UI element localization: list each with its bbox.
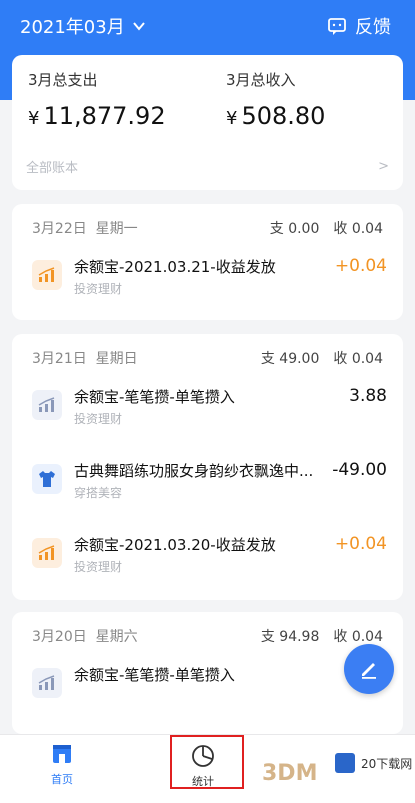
- day-header: 3月22日 星期一 支 0.00 收 0.04: [12, 214, 403, 242]
- transaction-category: 穿搭美容: [74, 486, 123, 500]
- chat-icon: [328, 18, 346, 35]
- watermark-3dm: 3DM: [262, 761, 318, 786]
- summary-card: 3月总支出 ¥11,877.92 3月总收入 ¥508.80 全部账本 >: [12, 55, 403, 190]
- all-accounts-row[interactable]: 全部账本 >: [26, 154, 389, 178]
- transaction-amount: -49.00: [332, 460, 387, 480]
- transaction-amount: +0.04: [334, 256, 387, 276]
- day-date: 3月22日 星期一: [32, 221, 138, 237]
- income-amount: 508.80: [241, 102, 326, 130]
- add-record-button[interactable]: [344, 644, 394, 694]
- all-accounts-label: 全部账本: [26, 160, 79, 176]
- transaction-category: 投资理财: [74, 560, 123, 574]
- day-header: 3月20日 星期六 支 94.98 收 0.04: [12, 622, 403, 650]
- tab-statistics-label: 统计: [192, 775, 214, 788]
- site-logo-icon: [335, 753, 355, 773]
- expense-label: 3月总支出: [28, 71, 98, 89]
- transaction-row[interactable]: 余额宝-2021.03.20-收益发放 投资理财 +0.04: [12, 520, 403, 594]
- store-icon: [53, 745, 71, 763]
- feedback-button[interactable]: 反馈: [327, 13, 391, 39]
- month-label: 2021年03月: [20, 17, 125, 38]
- bottom-tab-bar: 首页 统计 3DM 20下载网: [0, 734, 415, 803]
- pencil-icon: [362, 663, 376, 679]
- day-card: 3月22日 星期一 支 0.00 收 0.04 余额宝-2021.03.21-收益…: [12, 204, 403, 320]
- day-date: 3月21日 星期日: [32, 351, 138, 367]
- currency-symbol: ¥: [28, 108, 40, 129]
- income-value: ¥508.80: [226, 102, 325, 130]
- transaction-title: 余额宝-笔笔攒-单笔攒入: [74, 666, 235, 684]
- bar-growth-icon: [32, 260, 62, 290]
- chevron-down-icon: [132, 22, 145, 31]
- transaction-row[interactable]: 余额宝-笔笔攒-单笔攒入 投资理财 3.88: [12, 372, 403, 446]
- chevron-right-icon: >: [378, 158, 389, 174]
- day-date: 3月20日 星期六: [32, 629, 138, 645]
- transaction-row[interactable]: 古典舞蹈练功服女身韵纱衣飘逸中... 穿搭美容 -49.00: [12, 446, 403, 520]
- currency-symbol: ¥: [226, 108, 238, 129]
- pie-chart-icon: [192, 745, 214, 767]
- tab-home[interactable]: 首页: [50, 741, 74, 787]
- transaction-title: 余额宝-笔笔攒-单笔攒入: [74, 388, 235, 406]
- bar-growth-icon: [32, 390, 62, 420]
- shirt-icon: [32, 464, 62, 494]
- transaction-title: 余额宝-2021.03.20-收益发放: [74, 536, 276, 554]
- day-header: 3月21日 星期日 支 49.00 收 0.04: [12, 344, 403, 372]
- day-stats: 支 94.98 收 0.04: [260, 629, 383, 645]
- feedback-label: 反馈: [355, 17, 391, 38]
- income-label: 3月总收入: [226, 71, 296, 89]
- site-text: 20下载网: [361, 756, 413, 771]
- transaction-amount: 3.88: [349, 386, 387, 406]
- month-selector[interactable]: 2021年03月: [20, 13, 147, 39]
- bar-growth-icon: [32, 668, 62, 698]
- transaction-category: 投资理财: [74, 282, 123, 296]
- income-summary: 3月总收入 ¥508.80: [226, 69, 325, 130]
- day-stats: 支 49.00 收 0.04: [260, 351, 383, 367]
- transaction-category: 投资理财: [74, 412, 123, 426]
- tab-statistics[interactable]: 统计: [190, 743, 216, 789]
- tab-home-label: 首页: [51, 773, 73, 786]
- transaction-title: 古典舞蹈练功服女身韵纱衣飘逸中...: [74, 462, 314, 480]
- day-card: 3月21日 星期日 支 49.00 收 0.04 余额宝-笔笔攒-单笔攒入 投资理…: [12, 334, 403, 600]
- transaction-title: 余额宝-2021.03.21-收益发放: [74, 258, 276, 276]
- top-bar: 2021年03月 反馈: [0, 0, 415, 52]
- expense-summary: 3月总支出 ¥11,877.92: [28, 69, 166, 130]
- day-stats: 支 0.00 收 0.04: [269, 221, 383, 237]
- bar-growth-icon: [32, 538, 62, 568]
- watermark-download-site: 20下载网: [335, 753, 412, 773]
- transaction-row[interactable]: 余额宝-2021.03.21-收益发放 投资理财 +0.04: [12, 242, 403, 316]
- transaction-amount: +0.04: [334, 534, 387, 554]
- expense-amount: 11,877.92: [43, 102, 166, 130]
- expense-value: ¥11,877.92: [28, 102, 166, 130]
